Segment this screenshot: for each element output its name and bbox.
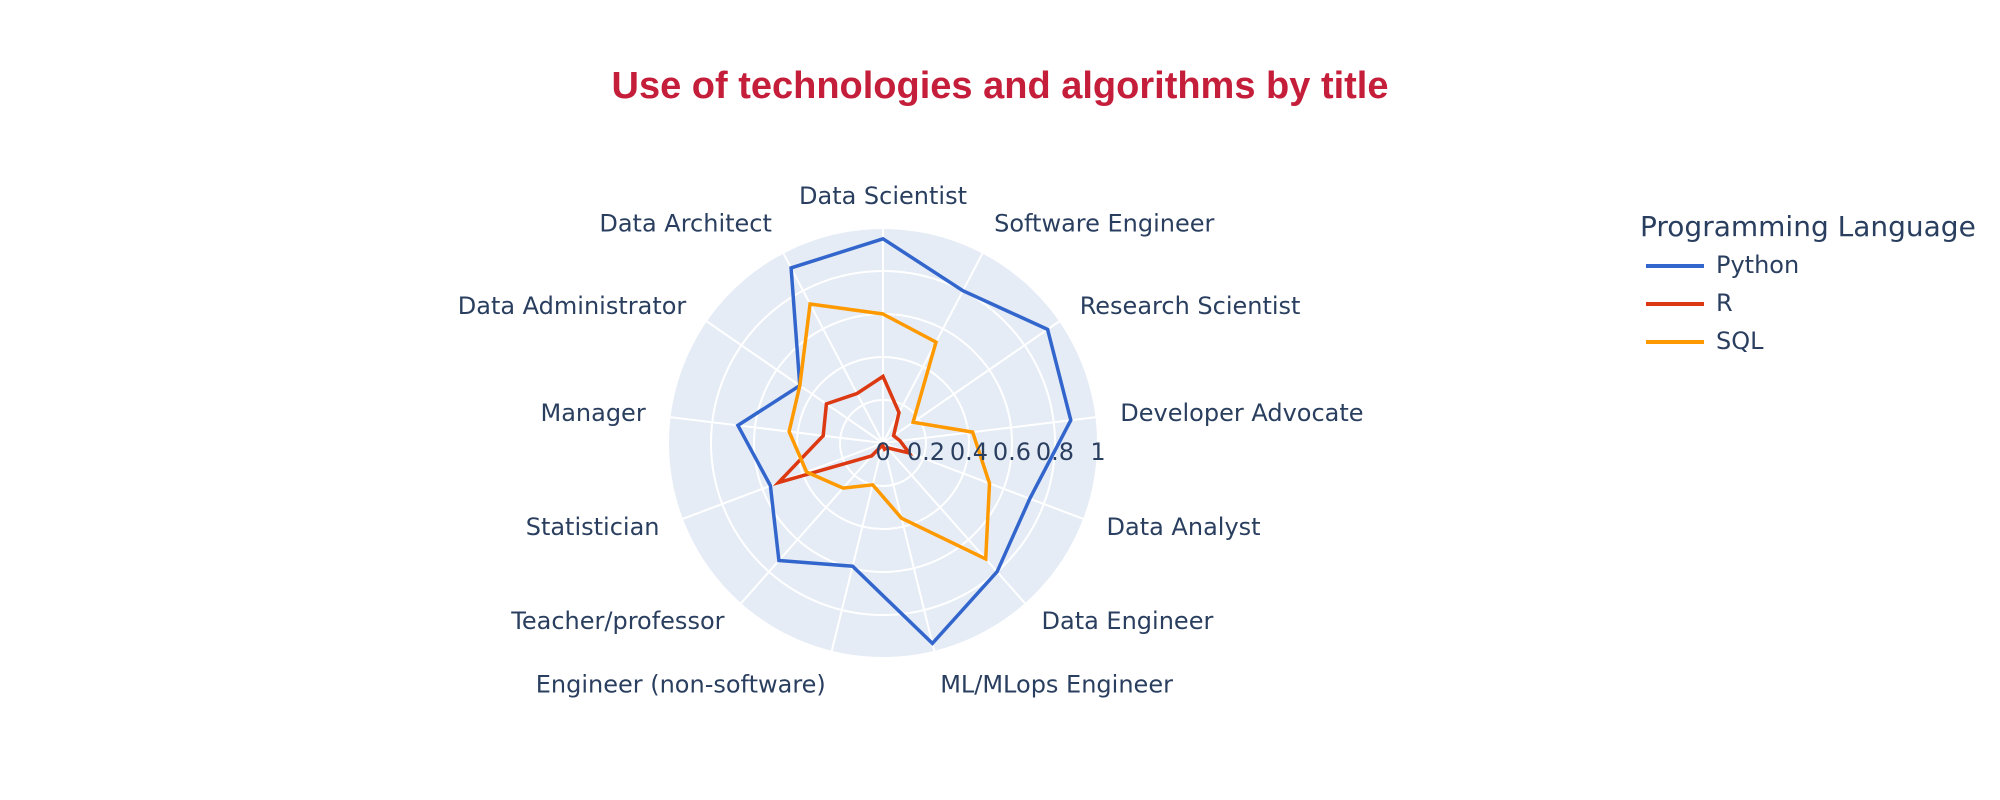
category-label: Data Architect [599, 209, 772, 237]
radar-chart: Use of technologies and algorithms by ti… [0, 0, 2000, 800]
radial-tick-label: 1 [1090, 438, 1105, 466]
category-label: Teacher/professor [510, 607, 724, 635]
chart-svg: Use of technologies and algorithms by ti… [458, 65, 1976, 699]
chart-title: Use of technologies and algorithms by ti… [612, 65, 1389, 107]
category-label: Data Scientist [799, 182, 967, 210]
category-label: Engineer (non-software) [536, 671, 826, 699]
category-label: Manager [540, 399, 645, 427]
radial-tick-label: 0.6 [993, 438, 1031, 466]
radial-tick-label: 0 [875, 438, 890, 466]
category-label: Statistician [526, 513, 660, 541]
legend-title: Programming Language [1640, 210, 1976, 243]
category-label: ML/MLops Engineer [940, 671, 1173, 699]
polar-plot-area: 0 0.2 0.4 0.6 0.8 1 Data Scientist Software Eng… [458, 182, 1364, 699]
radial-tick-label: 0.2 [907, 438, 945, 466]
radial-tick-label: 0.4 [950, 438, 988, 466]
category-label: Research Scientist [1080, 292, 1301, 320]
category-label: Developer Advocate [1120, 399, 1363, 427]
category-label: Software Engineer [994, 209, 1214, 237]
legend-label: SQL [1716, 327, 1764, 355]
legend-label: R [1716, 289, 1733, 317]
legend-label: Python [1716, 251, 1799, 279]
radial-tick-label: 0.8 [1036, 438, 1074, 466]
legend-item-r[interactable]: R [1646, 289, 1733, 317]
legend-item-sql[interactable]: SQL [1646, 327, 1764, 355]
category-label: Data Administrator [458, 292, 687, 320]
category-label: Data Engineer [1042, 607, 1214, 635]
legend[interactable]: Programming Language Python R SQL [1640, 210, 1976, 355]
legend-item-python[interactable]: Python [1646, 251, 1799, 279]
category-label: Data Analyst [1107, 513, 1261, 541]
